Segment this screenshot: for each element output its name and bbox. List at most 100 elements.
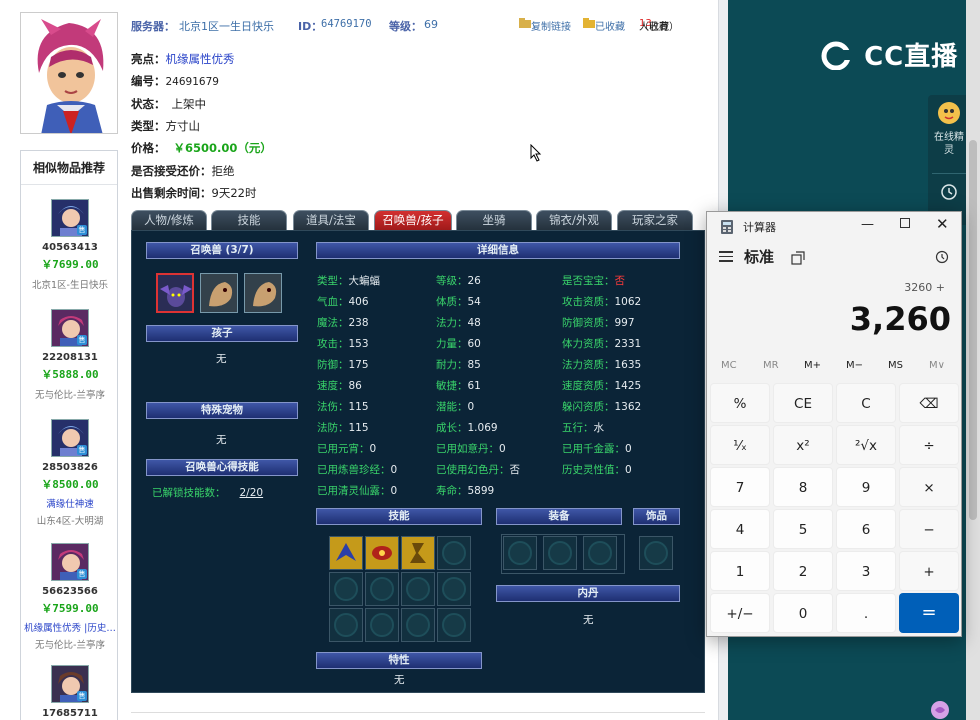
digit-8-button[interactable]: 8 [773, 467, 833, 507]
negate-button[interactable]: +/− [710, 593, 770, 633]
skill-slot[interactable] [329, 572, 363, 606]
add-button[interactable]: + [899, 551, 959, 591]
square-button[interactable]: x² [773, 425, 833, 465]
sell-badge: 售 [77, 569, 87, 579]
equals-button[interactable]: = [899, 593, 959, 633]
copy-link-button[interactable]: 复制链接 [519, 18, 571, 33]
digit-6-button[interactable]: 6 [836, 509, 896, 549]
sprite-mascot-icon[interactable] [937, 101, 961, 125]
accessory-slot[interactable] [639, 536, 673, 570]
bargain-row: 是否接受还价：拒绝 [131, 164, 235, 178]
status-row: 状态： 上架中 [131, 97, 206, 111]
history-icon[interactable] [935, 250, 949, 264]
sqrt-button[interactable]: ²√x [836, 425, 896, 465]
equipment-header: 装备 [496, 508, 622, 525]
close-icon[interactable]: ✕ [936, 215, 949, 233]
memory-add-button[interactable]: M+ [804, 360, 821, 371]
backspace-button[interactable]: ⌫ [899, 383, 959, 423]
similar-item[interactable]: 售 56623566 ￥7599.00 机缘属性优秀 |历史… 无与伦比-兰亭序 [21, 543, 119, 651]
tab-outfits[interactable]: 锦衣/外观 [536, 210, 612, 230]
link-icon [519, 18, 531, 28]
detail-tabs: 人物/修炼 技能 道具/法宝 召唤兽/孩子 坐骑 锦衣/外观 玩家之家 [131, 210, 705, 230]
cc-side-toolbar: 在线精灵 [928, 95, 970, 225]
digit-2-button[interactable]: 2 [773, 551, 833, 591]
similar-item-thumbnail[interactable]: 售 [51, 543, 89, 581]
tab-mounts[interactable]: 坐骑 [456, 210, 532, 230]
heart-skills-header: 召唤兽心得技能 [146, 459, 298, 476]
equipment-slot[interactable] [583, 536, 617, 570]
online-sprite-label[interactable]: 在线精灵 [932, 131, 966, 157]
percent-button[interactable]: % [710, 383, 770, 423]
divide-button[interactable]: ÷ [899, 425, 959, 465]
minimize-icon[interactable]: — [861, 217, 874, 232]
expression-display: 3260 + [904, 281, 945, 294]
memory-store-button[interactable]: MS [888, 360, 903, 371]
similar-item-thumbnail[interactable]: 售 [51, 199, 89, 237]
maximize-icon[interactable] [900, 218, 910, 228]
similar-item[interactable]: 售 40563413 ￥7699.00 北京1区-生日快乐 [21, 199, 119, 291]
digit-4-button[interactable]: 4 [710, 509, 770, 549]
keep-on-top-icon[interactable] [791, 251, 805, 265]
tab-items[interactable]: 道具/法宝 [293, 210, 369, 230]
stat: 已用元宵：0 [317, 443, 377, 455]
stat: 法防：115 [317, 422, 369, 434]
accessory-header: 饰品 [633, 508, 680, 525]
skill-slot[interactable] [401, 608, 435, 642]
skill-slot[interactable] [437, 536, 471, 570]
similar-item-server: 山东4区-大明湖 [36, 516, 104, 527]
digit-1-button[interactable]: 1 [710, 551, 770, 591]
digit-5-button[interactable]: 5 [773, 509, 833, 549]
similar-item-thumbnail[interactable]: 售 [51, 419, 89, 457]
pet-slot-bat[interactable] [156, 273, 194, 313]
multiply-button[interactable]: × [899, 467, 959, 507]
tab-character[interactable]: 人物/修炼 [131, 210, 207, 230]
similar-item-thumbnail[interactable]: 售 [51, 309, 89, 347]
tab-summons[interactable]: 召唤兽/孩子 [374, 210, 452, 230]
brain-app-icon[interactable] [930, 700, 950, 720]
skill-slot[interactable] [329, 608, 363, 642]
subtract-button[interactable]: − [899, 509, 959, 549]
memory-clear-button[interactable]: MC [721, 360, 737, 371]
bargain-value: 拒绝 [211, 164, 235, 178]
scrollbar-thumb[interactable] [969, 140, 977, 520]
skill-slot[interactable] [329, 536, 363, 570]
tab-skills[interactable]: 技能 [211, 210, 287, 230]
skill-slot[interactable] [365, 572, 399, 606]
similar-item[interactable]: 售 22208131 ￥5888.00 无与伦比-兰亭序 [21, 309, 119, 401]
similar-item-thumbnail[interactable]: 售 [51, 665, 89, 703]
collect-button[interactable]: 已收藏 [583, 18, 625, 33]
memory-recall-button[interactable]: MR [763, 360, 779, 371]
skill-slot[interactable] [365, 536, 399, 570]
reciprocal-button[interactable]: ¹⁄ₓ [710, 425, 770, 465]
pet-slot-dragon-2[interactable] [244, 273, 282, 313]
similar-item[interactable]: 售 28503826 ￥8500.00 满缘仕神速 山东4区-大明湖 [21, 419, 119, 527]
stat: 体质：54 [436, 296, 481, 308]
decimal-button[interactable]: . [836, 593, 896, 633]
equipment-slot[interactable] [503, 536, 537, 570]
page-scrollbar[interactable] [966, 0, 980, 720]
digit-0-button[interactable]: 0 [773, 593, 833, 633]
skill-slot[interactable] [437, 608, 471, 642]
skill-slot[interactable] [401, 572, 435, 606]
skill-slot[interactable] [401, 536, 435, 570]
digit-7-button[interactable]: 7 [710, 467, 770, 507]
equipment-slot[interactable] [543, 536, 577, 570]
clear-entry-button[interactable]: CE [773, 383, 833, 423]
memory-subtract-button[interactable]: M− [846, 360, 863, 371]
clock-icon[interactable] [940, 183, 958, 201]
similar-item[interactable]: 售 17685711 [21, 665, 119, 719]
tab-player-home[interactable]: 玩家之家 [617, 210, 693, 230]
pet-slot-dragon-1[interactable] [200, 273, 238, 313]
skill-eye-icon [366, 537, 398, 569]
similar-item-id: 40563413 [42, 242, 98, 253]
skill-slot[interactable] [365, 608, 399, 642]
remain-time-row: 出售剩余时间：9天22时 [131, 186, 257, 200]
hamburger-menu-icon[interactable] [719, 250, 733, 262]
skill-slot[interactable] [437, 572, 471, 606]
digit-9-button[interactable]: 9 [836, 467, 896, 507]
calculator-titlebar[interactable]: 计算器 — ✕ [707, 212, 963, 240]
clear-button[interactable]: C [836, 383, 896, 423]
child-value: 无 [216, 353, 227, 365]
memory-list-button[interactable]: M∨ [929, 360, 945, 371]
digit-3-button[interactable]: 3 [836, 551, 896, 591]
